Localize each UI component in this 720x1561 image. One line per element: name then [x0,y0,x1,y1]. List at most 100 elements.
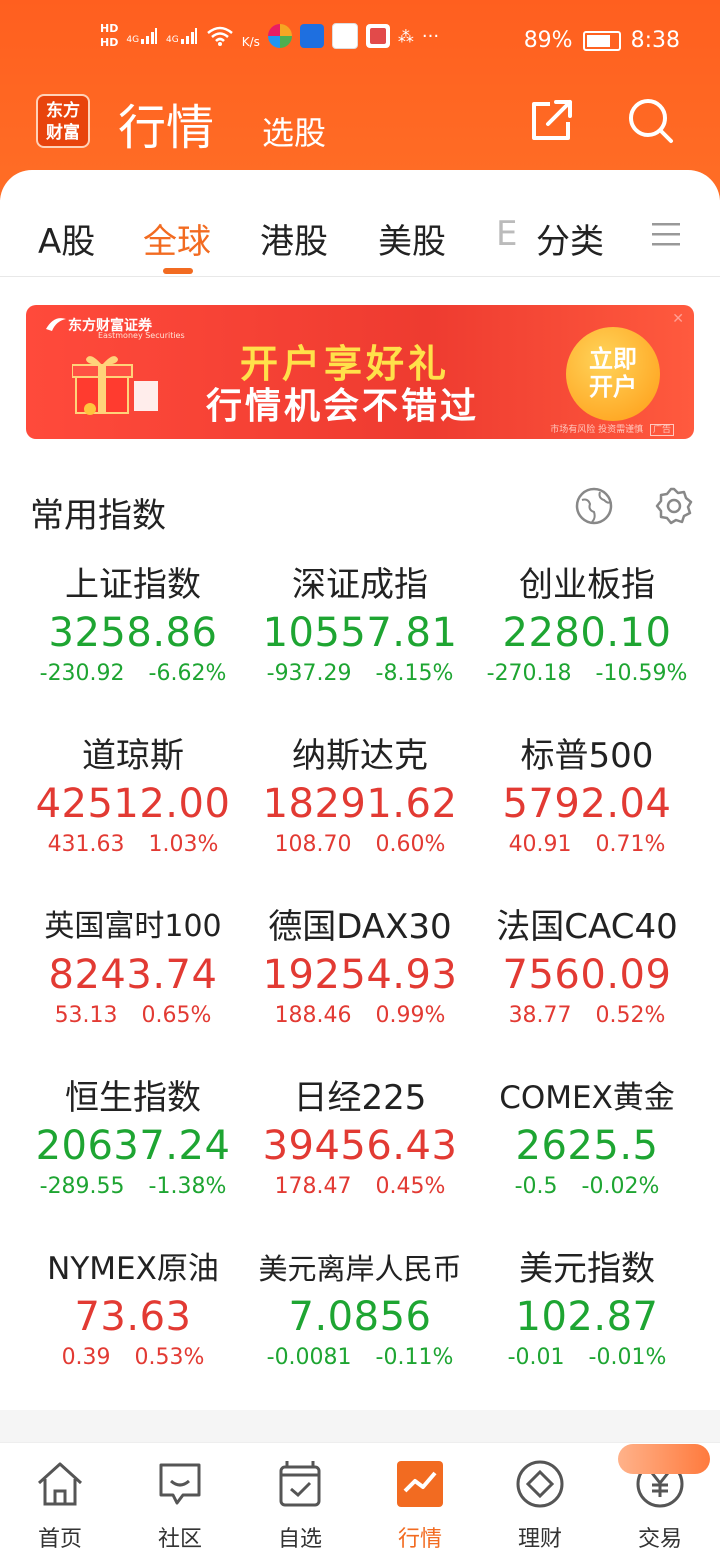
index-card-comex-gold[interactable]: COMEX黄金 2625.5 -0.5 -0.02% [467,1075,707,1203]
index-changes: 38.77 0.52% [467,1000,707,1032]
tab-global[interactable]: 全球 [143,214,211,263]
home-icon [37,1462,83,1506]
index-change-pct: -1.38% [148,1174,227,1199]
index-card-chinext[interactable]: 创业板指 2280.10 -270.18 -10.59% [467,562,707,690]
index-card-ftse100[interactable]: 英国富时100 8243.74 53.13 0.65% [13,904,253,1032]
index-change-pct: -10.59% [595,661,688,686]
index-changes: 40.91 0.71% [467,829,707,861]
clock: 8:38 [630,28,680,53]
index-name: 英国富时100 [44,909,222,944]
index-change-pct: 0.65% [141,1003,212,1028]
app-logo[interactable]: 东方 财富 [36,94,90,148]
index-card-dxy[interactable]: 美元指数 102.87 -0.01 -0.01% [467,1246,707,1374]
nav-community[interactable]: 社区 [120,1457,240,1553]
search-icon[interactable] [626,96,674,144]
chart-icon [397,1461,443,1507]
index-changes: -0.5 -0.02% [467,1171,707,1203]
index-changes: 431.63 1.03% [13,829,253,861]
index-card-dow[interactable]: 道琼斯 42512.00 431.63 1.03% [13,733,253,861]
stock-picker-link[interactable]: 选股 [262,108,326,154]
index-change: 178.47 [274,1174,352,1199]
settings-gear-icon[interactable] [654,486,694,526]
index-name: 德国DAX30 [268,907,452,947]
index-change-pct: -0.11% [375,1345,454,1370]
battery-fill [586,34,610,47]
index-changes: -270.18 -10.59% [467,658,707,690]
tab-etf-partial[interactable]: E [496,214,517,254]
index-card-dax30[interactable]: 德国DAX30 19254.93 188.46 0.99% [240,904,480,1032]
index-changes: 0.39 0.53% [13,1342,253,1374]
status-bar: HD HD 4G 4G K/s ⁂ ··· 89% 8:38 [0,0,720,84]
index-value: 73.63 [74,1294,192,1340]
index-change: -0.0081 [266,1345,352,1370]
tab-a-shares[interactable]: A股 [38,214,95,263]
nav-market[interactable]: 行情 [360,1457,480,1553]
index-name: 恒生指数 [65,1078,201,1118]
index-name: 标普500 [520,736,654,776]
index-change: 188.46 [274,1003,352,1028]
index-change-pct: -0.01% [588,1345,667,1370]
hd-label-1: HD [100,22,119,35]
top-bar: 东方 财富 行情 选股 [0,88,720,158]
globe-icon[interactable] [574,486,614,526]
index-name: COMEX黄金 [499,1080,675,1116]
index-change: 108.70 [274,832,352,857]
index-name: 纳斯达克 [292,736,428,776]
index-card-usd-cnh[interactable]: 美元离岸人民币 7.0856 -0.0081 -0.11% [240,1246,480,1374]
index-card-sp500[interactable]: 标普500 5792.04 40.91 0.71% [467,733,707,861]
brand-logo-icon [46,318,66,331]
index-card-nymex-oil[interactable]: NYMEX原油 73.63 0.39 0.53% [13,1246,253,1374]
hd-label-2: HD [100,36,119,49]
index-changes: -0.0081 -0.11% [240,1342,480,1374]
tab-category[interactable]: 分类 [536,214,604,263]
status-left: HD HD 4G 4G K/s ⁂ ··· [100,22,439,50]
index-name: 上证指数 [65,565,201,605]
share-icon[interactable] [528,96,576,144]
index-card-sse[interactable]: 上证指数 3258.86 -230.92 -6.62% [13,562,253,690]
app-notification-icon-1 [267,24,292,48]
promo-banner[interactable]: 东方财富证券 Eastmoney Securities 开户享好礼 行情机会不错… [26,305,694,439]
battery-icon [582,30,621,51]
index-changes: -0.01 -0.01% [467,1342,707,1374]
nav-label: 自选 [277,1527,322,1552]
hd-indicator: HD HD [100,22,118,50]
index-card-cac40[interactable]: 法国CAC40 7560.09 38.77 0.52% [467,904,707,1032]
nav-watchlist[interactable]: 自选 [240,1457,360,1553]
index-change-pct: -0.02% [581,1174,660,1199]
index-card-nikkei225[interactable]: 日经225 39456.43 178.47 0.45% [240,1075,480,1203]
index-value: 8243.74 [48,952,218,998]
index-name: NYMEX原油 [47,1251,219,1287]
tab-us[interactable]: 美股 [378,214,446,263]
app-notification-icon-2 [299,24,324,48]
disclaimer-text: 市场有风险 投资需谨慎 [550,425,644,435]
index-change: 431.63 [47,832,125,857]
nav-wealth[interactable]: 理财 [480,1457,600,1553]
floating-promo-pill[interactable] [618,1444,710,1474]
index-change-pct: -6.62% [148,661,227,686]
diamond-icon [516,1460,564,1508]
index-card-szse[interactable]: 深证成指 10557.81 -937.29 -8.15% [240,562,480,690]
index-change: -289.55 [39,1174,125,1199]
tab-menu-icon[interactable] [652,220,680,248]
open-account-button[interactable]: 立即 开户 [566,327,660,421]
banner-subheadline: 行情机会不错过 [206,386,480,427]
app-notification-icon-3 [331,23,358,49]
index-card-hsi[interactable]: 恒生指数 20637.24 -289.55 -1.38% [13,1075,253,1203]
status-right: 89% 8:38 [524,28,680,53]
tab-hk[interactable]: 港股 [260,214,328,263]
app-notification-icon-5: ⁂ [397,26,414,46]
ad-tag: 广告 [649,424,674,436]
nav-home[interactable]: 首页 [0,1457,120,1553]
signal-icon-1: 4G [126,27,158,45]
index-changes: -230.92 -6.62% [13,658,253,690]
nav-label: 交易 [637,1527,682,1552]
app-notification-icon-4 [365,24,390,48]
index-value: 39456.43 [262,1123,458,1169]
chat-icon [159,1463,201,1505]
banner-close-icon[interactable]: ✕ [672,311,684,327]
battery-percent: 89% [523,28,573,53]
index-card-nasdaq[interactable]: 纳斯达克 18291.62 108.70 0.60% [240,733,480,861]
section-title: 常用指数 [30,496,166,536]
index-changes: 53.13 0.65% [13,1000,253,1032]
index-changes: 188.46 0.99% [240,1000,480,1032]
